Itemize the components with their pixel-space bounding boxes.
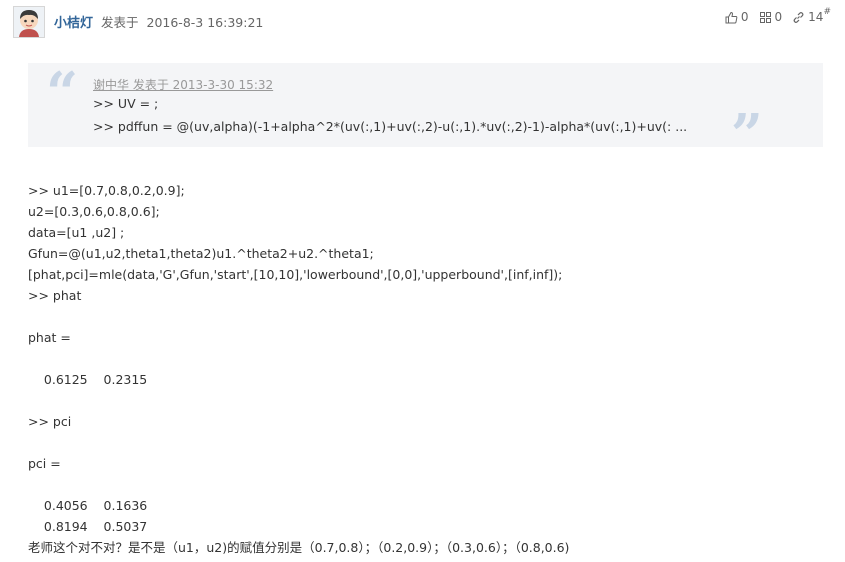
post-header: 小桔灯 发表于 2016-8-3 16:39:21 xyxy=(54,12,263,31)
posted-label: 发表于 xyxy=(101,15,139,30)
content-line: >> u1=[0.7,0.8,0.2,0.9]; xyxy=(28,183,185,198)
floor-number: 14 xyxy=(808,10,824,24)
quote-open-icon: “ xyxy=(46,60,79,126)
content-line xyxy=(28,432,828,453)
content-line: pci = xyxy=(28,456,61,471)
content-line: 0.4056 0.1636 xyxy=(28,498,148,513)
floor-mark: # xyxy=(823,7,831,17)
thumbs-down-icon xyxy=(759,11,771,23)
quote-line: >> UV = ; xyxy=(93,96,159,111)
content-line: Gfun=@(u1,u2,theta1,theta2)u1.^theta2+u2… xyxy=(28,246,374,261)
dislike-button[interactable]: 0 xyxy=(759,10,783,24)
quote-close-icon: ” xyxy=(730,102,763,168)
thumbs-up-icon xyxy=(725,11,738,23)
content-line xyxy=(28,474,828,495)
content-line: >> pci xyxy=(28,414,72,429)
quote-meta[interactable]: 谢中华 发表于 2013-3-30 15:32 xyxy=(93,76,273,93)
dislike-count: 0 xyxy=(774,10,783,24)
content-line: phat = xyxy=(28,330,71,345)
author-name[interactable]: 小桔灯 xyxy=(54,16,93,31)
content-line: 0.6125 0.2315 xyxy=(28,372,148,387)
like-count: 0 xyxy=(740,10,749,24)
content-line: u2=[0.3,0.6,0.8,0.6]; xyxy=(28,204,160,219)
avatar[interactable] xyxy=(13,6,45,38)
like-button[interactable]: 0 xyxy=(725,10,749,24)
content-line xyxy=(28,390,828,411)
quote-block: “ 谢中华 发表于 2013-3-30 15:32 >> UV = ; >> p… xyxy=(28,60,823,163)
floor-link[interactable]: 14 # xyxy=(792,7,831,24)
content-line: 老师这个对不对？是不是（u1，u2)的赋值分别是（0.7,0.8）；（0.2,0… xyxy=(28,540,570,555)
post-actions: 0 0 14 # xyxy=(715,7,831,24)
quote-line: >> pdffun = @(uv,alpha)(-1+alpha^2*(uv(:… xyxy=(93,119,688,134)
content-line: [phat,pci]=mle(data,'G',Gfun,'start',[10… xyxy=(28,267,563,282)
content-line: >> phat xyxy=(28,288,82,303)
link-icon xyxy=(793,11,804,23)
content-line: 0.8194 0.5037 xyxy=(28,519,148,534)
content-line xyxy=(28,306,828,327)
content-line: data=[u1 ,u2] ; xyxy=(28,225,125,240)
content-line xyxy=(28,348,828,369)
post-content: >> u1=[0.7,0.8,0.2,0.9]; u2=[0.3,0.6,0.8… xyxy=(28,180,828,558)
post-timestamp: 2016-8-3 16:39:21 xyxy=(146,15,264,30)
